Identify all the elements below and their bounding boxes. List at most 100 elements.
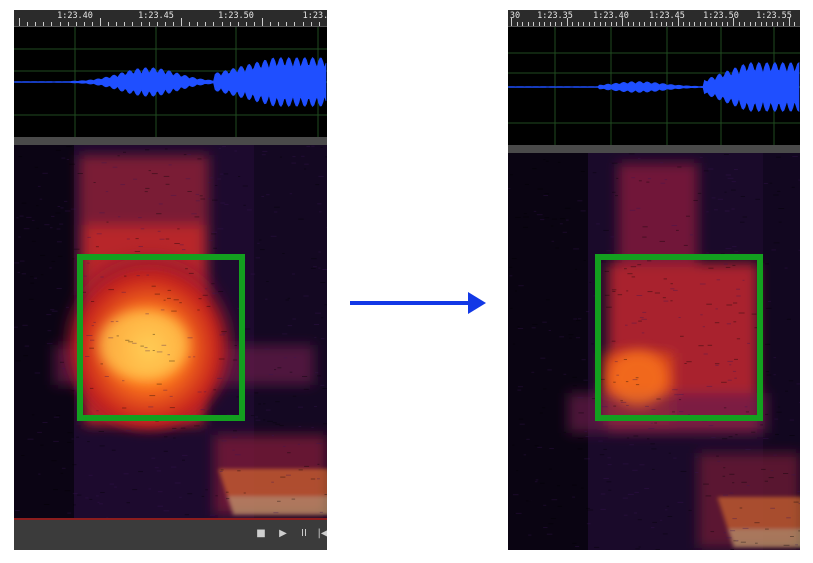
spectrogram-speckle [717,198,723,200]
spectrogram-speckle [550,225,554,227]
spectrogram-speckle [30,282,35,284]
spectrogram-speckle [265,409,271,411]
spectrogram-speckle [67,432,73,434]
spectrogram-speckle [76,436,79,438]
timeline-ruler-left[interactable]: 1:23.40 1:23.45 1:23.50 1:23.5 [14,10,327,27]
panel-divider[interactable] [14,137,327,145]
spectrogram-speckle [508,266,513,268]
timeline-ruler-right[interactable]: 30 1:23.35 1:23.40 1:23.45 1:23.50 1:23.… [508,10,800,27]
spectrogram-speckle [563,431,567,433]
spectrogram-speckle [326,227,327,229]
spectrogram-speckle [543,504,547,506]
spectrogram-speckle [697,192,702,194]
spectrogram-speckle [34,166,39,168]
pause-icon[interactable]: II [297,527,311,541]
spectrogram-speckle [548,330,551,331]
spectrogram-speckle [187,154,191,155]
spectrogram-speckle [585,311,590,313]
spectrogram-speckle [725,537,732,539]
spectrogram-speckle [532,323,538,325]
panel-divider[interactable] [508,145,800,153]
highlight-box-right [595,254,763,421]
spectrogram-speckle [247,209,252,211]
spectrogram-speckle [126,502,130,504]
waveform-view-right[interactable] [508,27,800,145]
stop-icon[interactable]: ■ [254,527,268,541]
spectrogram-speckle [777,406,781,408]
spectrogram-speckle [106,221,109,223]
spectrogram-speckle [319,511,323,513]
spectrogram-speckle [591,343,594,345]
spectrogram-speckle [218,147,221,149]
spectrogram-speckle [15,360,21,362]
spectrogram-speckle [765,371,769,373]
spectrogram-speckle [268,374,274,376]
play-icon[interactable]: ▶ [276,527,290,541]
spectrogram-speckle [274,206,280,208]
ruler-tick [782,22,784,26]
spectrogram-speckle [156,470,162,472]
spectrogram-speckle [551,240,555,242]
spectrogram-speckle [70,208,76,210]
waveform-view-left[interactable] [14,27,327,137]
ruler-tick [771,22,773,26]
spectrogram-speckle [543,159,546,161]
spectrogram-speckle [18,156,23,158]
spectrogram-speckle [126,429,132,431]
spectrogram-speckle [262,150,268,152]
skip-back-icon[interactable]: |◀ [316,527,327,541]
spectrogram-speckle [215,495,218,497]
spectrogram-speckle [31,414,35,416]
spectrogram-speckle [135,238,139,240]
spectrogram-speckle [576,320,581,322]
spectrogram-speckle [38,473,41,475]
spectrogram-speckle [66,306,69,308]
ruler-tick [75,22,77,26]
harmonic-band [220,474,327,477]
waveform-left [14,27,327,137]
spectrogram-speckle [628,153,635,155]
ruler-tick [721,22,723,26]
spectrogram-speckle [536,214,543,216]
harmonic-band [725,521,800,524]
spectrogram-speckle [589,281,592,283]
ruler-tick [116,22,118,26]
ruler-tick [660,22,662,26]
spectrogram-speckle [708,425,714,427]
spectrogram-speckle [741,481,747,483]
spectrogram-speckle [563,373,567,375]
spectrogram-speckle [272,422,277,424]
spectrogram-speckle [15,510,20,511]
spectrogram-speckle [261,154,266,156]
spectrogram-speckle [325,156,327,158]
ruler-tick [91,22,93,26]
spectrogram-speckle [746,484,750,486]
spectrogram-speckle [516,470,519,472]
spectrogram-speckle [31,240,36,242]
spectrogram-speckle [559,223,563,225]
spectrogram-speckle [187,191,192,192]
ruler-tick [148,22,150,26]
spectrogram-speckle [603,478,609,479]
spectrogram-speckle [732,246,737,248]
spectrogram-speckle [243,492,246,494]
spectrogram-speckle [197,158,202,160]
harmonic-band [718,498,800,501]
spectrogram-speckle [622,463,629,465]
spectrogram-speckle [96,233,102,235]
spectrogram-speckle [71,438,74,440]
spectrogram-speckle [598,440,603,442]
ruler-tick [710,22,712,26]
spectrogram-speckle [773,242,780,244]
spectrogram-speckle [72,388,76,390]
spectrogram-speckle [67,512,72,514]
spectrogram-speckle [587,509,594,511]
spectrogram-speckle [637,158,641,160]
ruler-tick [229,22,231,26]
ruler-tick [666,22,668,26]
spectrogram-speckle [266,194,270,196]
spectrogram-speckle [297,443,300,445]
spectrogram-speckle [133,178,138,180]
spectrogram-speckle [237,470,241,472]
spectrogram-speckle [760,424,763,426]
